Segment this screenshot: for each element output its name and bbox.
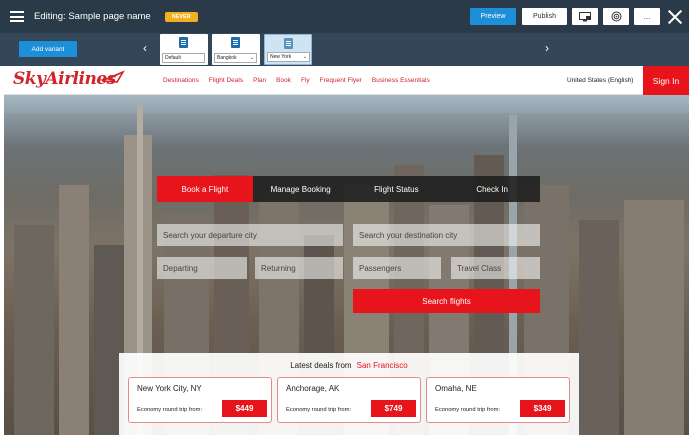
chevron-left-icon[interactable]: ‹ [143, 41, 147, 55]
variant-bar: Add variant ‹ Default Bangkok ⌄ New York… [0, 33, 689, 66]
variant-select[interactable]: Bangkok ⌄ [214, 53, 257, 63]
nav-fly[interactable]: Fly [301, 77, 310, 84]
chevron-right-icon[interactable]: › [545, 41, 549, 55]
departing-date-input[interactable]: Departing [157, 257, 247, 279]
tab-manage-booking[interactable]: Manage Booking [252, 176, 349, 202]
deal-price-button[interactable]: $449 [222, 400, 267, 417]
target-icon [611, 11, 621, 22]
more-options-button[interactable]: ... [634, 8, 660, 25]
chevron-down-icon: ⌄ [302, 54, 307, 60]
locale-selector[interactable]: United States (English) [567, 77, 633, 84]
variant-select[interactable]: Default [162, 53, 205, 63]
deal-label: Economy round trip from: [286, 407, 352, 413]
tab-check-in[interactable]: Check In [444, 176, 540, 202]
deal-label: Economy round trip from: [137, 407, 203, 413]
deal-card[interactable]: Omaha, NE Economy round trip from: $349 [426, 377, 570, 423]
nav-frequent-flyer[interactable]: Frequent Flyer [320, 77, 362, 84]
plane-logo-icon [101, 70, 125, 83]
main-nav: Destinations Flight Deals Plan Book Fly … [163, 77, 440, 84]
document-icon [179, 37, 188, 48]
deal-card[interactable]: New York City, NY Economy round trip fro… [128, 377, 272, 423]
variant-card-bangkok[interactable]: Bangkok ⌄ [212, 34, 260, 65]
monitor-icon [579, 11, 591, 21]
departure-city-input[interactable]: Search your departure city [157, 224, 343, 246]
document-icon [284, 38, 293, 49]
editing-title: Editing: Sample page name [34, 11, 151, 22]
status-badge: NEVER [164, 11, 198, 22]
document-icon [231, 37, 240, 48]
nav-business-essentials[interactable]: Business Essentials [372, 77, 430, 84]
nav-plan[interactable]: Plan [253, 77, 266, 84]
deal-label: Economy round trip from: [435, 407, 501, 413]
destination-city-input[interactable]: Search your destination city [353, 224, 540, 246]
deal-card[interactable]: Anchorage, AK Economy round trip from: $… [277, 377, 421, 423]
deals-panel: Latest deals from San Francisco New York … [119, 353, 579, 435]
preview-button[interactable]: Preview [470, 8, 516, 25]
variant-select[interactable]: New York ⌄ [267, 52, 310, 62]
editor-actions: Preview Publish ... [470, 0, 689, 33]
deal-city: Omaha, NE [435, 384, 477, 393]
variant-card-default[interactable]: Default [160, 34, 208, 65]
booking-tabs: Book a Flight Manage Booking Flight Stat… [157, 176, 540, 202]
deal-price-button[interactable]: $349 [520, 400, 565, 417]
menu-icon[interactable] [10, 11, 24, 22]
variant-card-new-york[interactable]: New York ⌄ [264, 34, 312, 65]
nav-book[interactable]: Book [276, 77, 291, 84]
target-button[interactable] [603, 8, 629, 25]
travel-class-select[interactable]: Travel Class [451, 257, 540, 279]
site-header: SkyAirlines Destinations Flight Deals Pl… [4, 66, 689, 95]
publish-button[interactable]: Publish [522, 8, 567, 25]
editor-toolbar: Editing: Sample page name NEVER Preview … [0, 0, 689, 33]
nav-flight-deals[interactable]: Flight Deals [209, 77, 243, 84]
returning-date-input[interactable]: Returning [255, 257, 343, 279]
chevron-down-icon: ⌄ [249, 55, 254, 61]
deal-price-button[interactable]: $749 [371, 400, 416, 417]
device-preview-button[interactable] [572, 8, 598, 25]
deal-city: New York City, NY [137, 384, 202, 393]
passengers-select[interactable]: Passengers [353, 257, 441, 279]
search-flights-button[interactable]: Search flights [353, 289, 540, 313]
deals-heading: Latest deals from San Francisco [290, 361, 408, 370]
nav-destinations[interactable]: Destinations [163, 77, 199, 84]
add-variant-button[interactable]: Add variant [19, 41, 77, 57]
close-icon[interactable] [667, 9, 683, 25]
deals-origin-city[interactable]: San Francisco [357, 361, 408, 370]
sign-in-button[interactable]: Sign In [643, 66, 689, 95]
tab-flight-status[interactable]: Flight Status [348, 176, 445, 202]
tab-book-a-flight[interactable]: Book a Flight [157, 176, 253, 202]
deal-city: Anchorage, AK [286, 384, 340, 393]
